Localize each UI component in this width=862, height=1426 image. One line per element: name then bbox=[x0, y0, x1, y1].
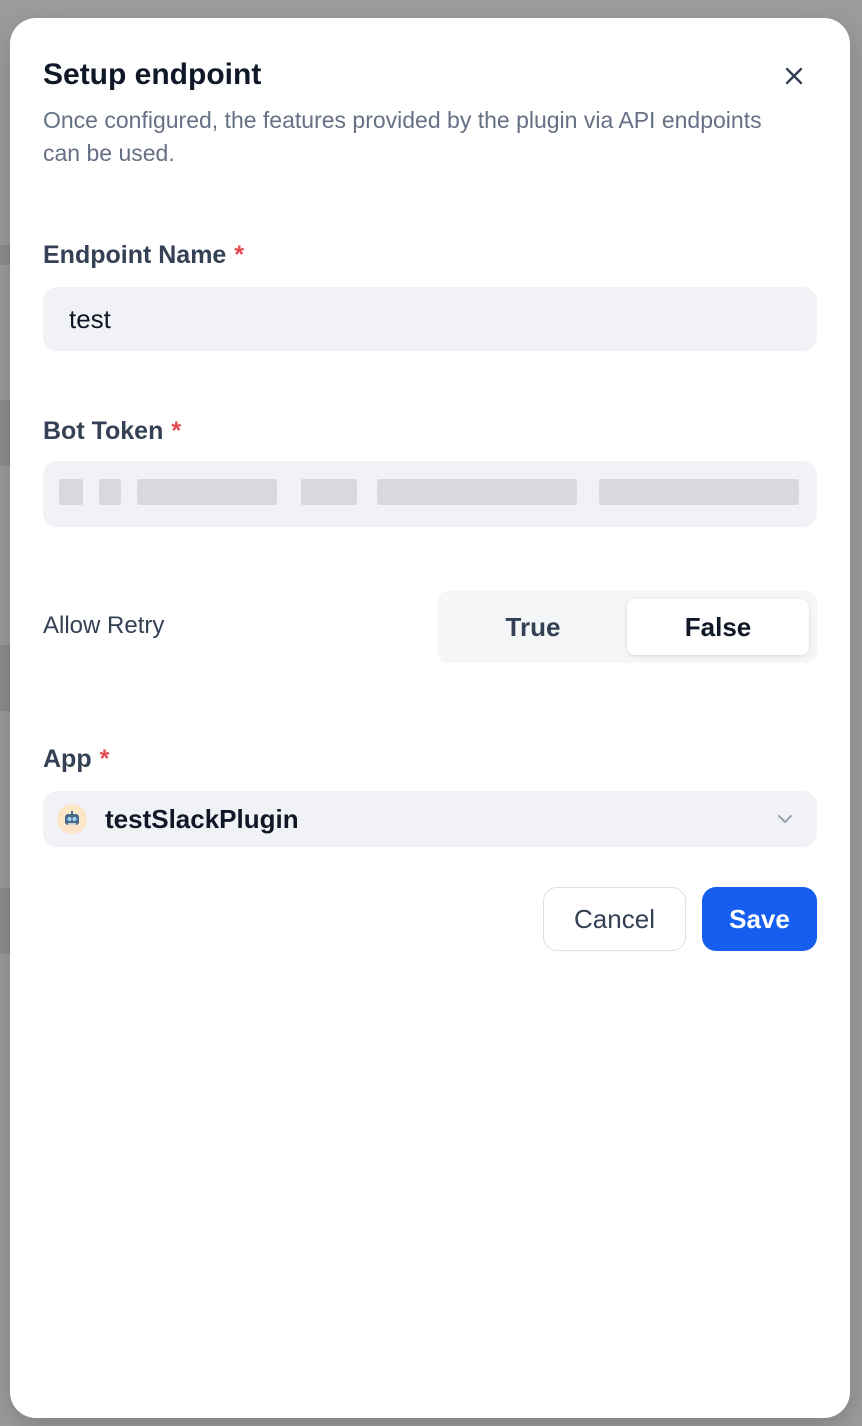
close-button[interactable] bbox=[778, 60, 810, 92]
required-asterisk: * bbox=[171, 417, 182, 445]
endpoint-name-label-text: Endpoint Name bbox=[43, 241, 227, 269]
app-select-value: testSlackPlugin bbox=[105, 803, 299, 834]
save-button[interactable]: Save bbox=[702, 887, 817, 951]
bot-token-input[interactable] bbox=[43, 461, 817, 527]
cancel-button[interactable]: Cancel bbox=[543, 887, 686, 951]
allow-retry-false-option[interactable]: False bbox=[627, 599, 809, 655]
app-label-text: App bbox=[43, 745, 92, 773]
required-asterisk: * bbox=[99, 745, 110, 773]
allow-retry-toggle: True False bbox=[438, 591, 817, 663]
app-select[interactable]: testSlackPlugin bbox=[43, 791, 817, 847]
chevron-down-icon bbox=[778, 815, 792, 823]
required-asterisk: * bbox=[234, 241, 245, 269]
bot-token-label: Bot Token * bbox=[43, 417, 181, 446]
setup-endpoint-dialog: Setup endpoint Once configured, the feat… bbox=[10, 18, 850, 1418]
allow-retry-label: Allow Retry bbox=[43, 612, 165, 639]
robot-icon bbox=[57, 804, 87, 834]
close-icon bbox=[785, 67, 803, 85]
endpoint-name-label: Endpoint Name * bbox=[43, 241, 244, 270]
dialog-description: Once configured, the features provided b… bbox=[43, 107, 762, 166]
bot-token-label-text: Bot Token bbox=[43, 417, 164, 445]
allow-retry-true-option[interactable]: True bbox=[442, 599, 624, 655]
endpoint-name-input[interactable]: test bbox=[43, 287, 817, 351]
dialog-title: Setup endpoint bbox=[43, 58, 262, 91]
app-label: App * bbox=[43, 745, 109, 774]
